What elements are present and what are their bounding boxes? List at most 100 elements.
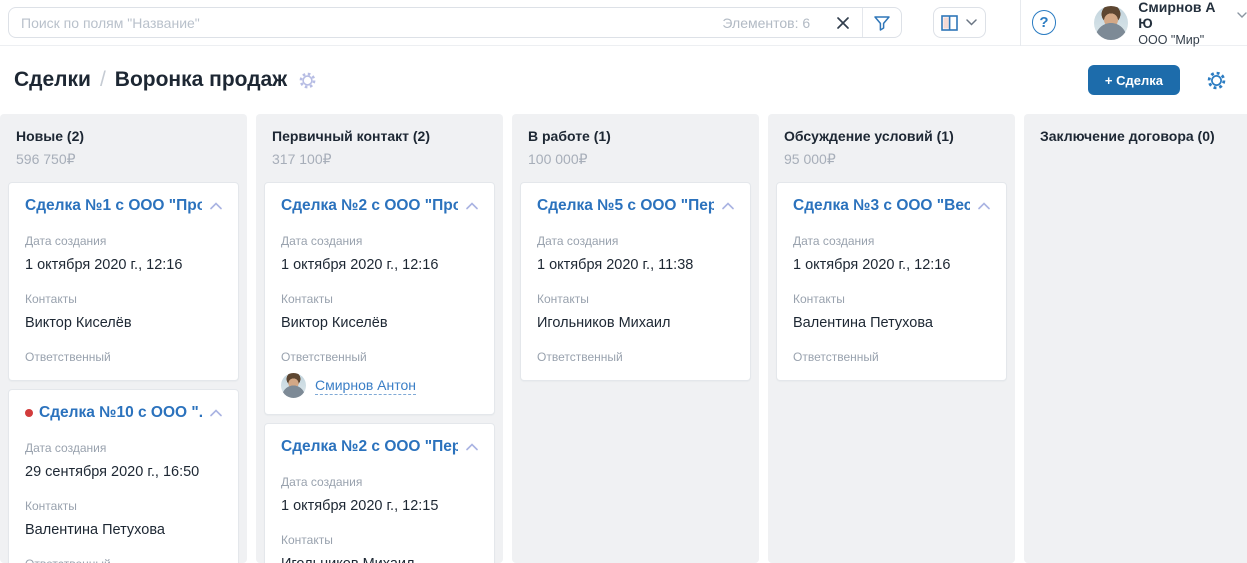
- responsible-avatar: [281, 373, 306, 398]
- column-header: Первичный контакт (2) 317 100₽: [256, 126, 503, 168]
- deal-card[interactable]: Сделка №1 с ООО "Про... Дата создания 1 …: [8, 182, 239, 381]
- deal-title[interactable]: Сделка №2 с ООО "Пер...: [281, 438, 458, 456]
- collapse-chevron-up-icon[interactable]: [466, 443, 478, 451]
- column-amount: 95 000₽: [784, 151, 999, 168]
- contact-value: Валентина Петухова: [793, 315, 990, 331]
- created-value: 1 октября 2020 г., 12:16: [25, 257, 222, 273]
- help-button[interactable]: ?: [1032, 10, 1057, 35]
- responsible-link[interactable]: Смирнов Антон: [315, 376, 416, 396]
- deal-card-title-row: Сделка №1 с ООО "Про...: [25, 197, 222, 215]
- kanban-view-icon: [941, 15, 958, 31]
- breadcrumb-page-title: Воронка продаж: [115, 68, 287, 92]
- column-title: Новые (2): [16, 128, 231, 144]
- close-icon: [836, 16, 850, 30]
- responsible-label: Ответственный: [25, 557, 222, 563]
- collapse-chevron-up-icon[interactable]: [210, 409, 222, 417]
- column-header: В работе (1) 100 000₽: [512, 126, 759, 168]
- column-cards: Сделка №2 с ООО "Про... Дата создания 1 …: [256, 168, 503, 563]
- funnel-settings-gear-icon[interactable]: [298, 71, 317, 90]
- contacts-label: Контакты: [281, 292, 478, 306]
- column-title: В работе (1): [528, 128, 743, 144]
- board-settings-gear-icon[interactable]: [1206, 70, 1227, 91]
- deal-card-title-row: Сделка №2 с ООО "Пер...: [281, 438, 478, 456]
- chevron-down-icon: [966, 19, 977, 26]
- responsible-label: Ответственный: [281, 350, 478, 364]
- collapse-chevron-up-icon[interactable]: [722, 202, 734, 210]
- search-input[interactable]: [9, 15, 722, 31]
- column-header: Обсуждение условий (1) 95 000₽: [768, 126, 1015, 168]
- user-name: Смирнов А Ю: [1138, 0, 1232, 31]
- column-cards: Сделка №3 с ООО "Вес... Дата создания 1 …: [768, 168, 1015, 381]
- created-label: Дата создания: [281, 234, 478, 248]
- top-bar: Элементов: 6 ?: [0, 0, 1247, 46]
- deal-card[interactable]: Сделка №10 с ООО "... Дата создания 29 с…: [8, 389, 239, 563]
- user-company: ООО "Мир": [1138, 33, 1247, 47]
- pipeline-column: Обсуждение условий (1) 95 000₽ Сделка №3…: [768, 114, 1015, 563]
- deal-card[interactable]: Сделка №2 с ООО "Пер... Дата создания 1 …: [264, 423, 495, 563]
- deal-title[interactable]: Сделка №5 с ООО "Пер...: [537, 197, 714, 215]
- responsible-label: Ответственный: [793, 350, 990, 364]
- column-amount: 317 100₽: [272, 151, 487, 168]
- deal-title[interactable]: Сделка №3 с ООО "Вес...: [793, 197, 970, 215]
- created-label: Дата создания: [793, 234, 990, 248]
- contact-value: Виктор Киселёв: [281, 315, 478, 331]
- deal-card-title-row: Сделка №2 с ООО "Про...: [281, 197, 478, 215]
- contacts-label: Контакты: [25, 292, 222, 306]
- column-header: Новые (2) 596 750₽: [0, 126, 247, 168]
- column-cards: Сделка №5 с ООО "Пер... Дата создания 1 …: [512, 168, 759, 381]
- clear-search-button[interactable]: [824, 8, 862, 37]
- user-menu[interactable]: Смирнов А Ю ООО "Мир": [1094, 0, 1247, 47]
- deal-card[interactable]: Сделка №2 с ООО "Про... Дата создания 1 …: [264, 182, 495, 415]
- board-view-selector[interactable]: [933, 7, 985, 38]
- contacts-label: Контакты: [537, 292, 734, 306]
- filter-button[interactable]: [863, 8, 901, 37]
- breadcrumb-separator: /: [100, 68, 106, 92]
- deal-card[interactable]: Сделка №3 с ООО "Вес... Дата создания 1 …: [776, 182, 1007, 381]
- column-header: Заключение договора (0): [1024, 126, 1247, 167]
- pipeline-column: В работе (1) 100 000₽ Сделка №5 с ООО "П…: [512, 114, 759, 563]
- created-value: 1 октября 2020 г., 12:15: [281, 498, 478, 514]
- column-amount: [1040, 151, 1247, 167]
- filter-funnel-icon: [873, 14, 891, 32]
- deal-card-title-row: Сделка №10 с ООО "...: [25, 404, 222, 422]
- kanban-board: Новые (2) 596 750₽ Сделка №1 с ООО "Про.…: [0, 114, 1247, 563]
- pipeline-column: Новые (2) 596 750₽ Сделка №1 с ООО "Про.…: [0, 114, 247, 563]
- created-label: Дата создания: [281, 475, 478, 489]
- column-amount: 100 000₽: [528, 151, 743, 168]
- contact-value: Валентина Петухова: [25, 522, 222, 538]
- collapse-chevron-up-icon[interactable]: [978, 202, 990, 210]
- pipeline-column: Заключение договора (0): [1024, 114, 1247, 563]
- deal-card[interactable]: Сделка №5 с ООО "Пер... Дата создания 1 …: [520, 182, 751, 381]
- deal-title[interactable]: Сделка №10 с ООО "...: [39, 404, 202, 422]
- created-value: 29 сентября 2020 г., 16:50: [25, 464, 222, 480]
- topbar-divider: [1020, 0, 1021, 46]
- add-deal-button[interactable]: + Сделка: [1088, 65, 1180, 95]
- contacts-label: Контакты: [793, 292, 990, 306]
- contact-value: Виктор Киселёв: [25, 315, 222, 331]
- column-title: Первичный контакт (2): [272, 128, 487, 144]
- created-label: Дата создания: [537, 234, 734, 248]
- user-avatar: [1094, 6, 1128, 40]
- chevron-down-icon: [1237, 12, 1247, 18]
- pipeline-column: Первичный контакт (2) 317 100₽ Сделка №2…: [256, 114, 503, 563]
- responsible-label: Ответственный: [537, 350, 734, 364]
- column-title: Заключение договора (0): [1040, 128, 1247, 144]
- breadcrumb: Сделки / Воронка продаж: [14, 68, 317, 92]
- column-cards: Сделка №1 с ООО "Про... Дата создания 1 …: [0, 168, 247, 563]
- deal-card-title-row: Сделка №5 с ООО "Пер...: [537, 197, 734, 215]
- column-cards: [1024, 167, 1247, 181]
- responsible-row: Смирнов Антон: [281, 373, 478, 398]
- deal-title[interactable]: Сделка №1 с ООО "Про...: [25, 197, 202, 215]
- created-value: 1 октября 2020 г., 12:16: [793, 257, 990, 273]
- column-amount: 596 750₽: [16, 151, 231, 168]
- collapse-chevron-up-icon[interactable]: [466, 202, 478, 210]
- deal-card-title-row: Сделка №3 с ООО "Вес...: [793, 197, 990, 215]
- deal-title[interactable]: Сделка №2 с ООО "Про...: [281, 197, 458, 215]
- created-label: Дата создания: [25, 234, 222, 248]
- collapse-chevron-up-icon[interactable]: [210, 202, 222, 210]
- responsible-label: Ответственный: [25, 350, 222, 364]
- breadcrumb-section[interactable]: Сделки: [14, 68, 91, 92]
- contact-value: Игольников Михаил: [281, 556, 478, 563]
- search-box[interactable]: Элементов: 6: [8, 7, 902, 38]
- created-value: 1 октября 2020 г., 12:16: [281, 257, 478, 273]
